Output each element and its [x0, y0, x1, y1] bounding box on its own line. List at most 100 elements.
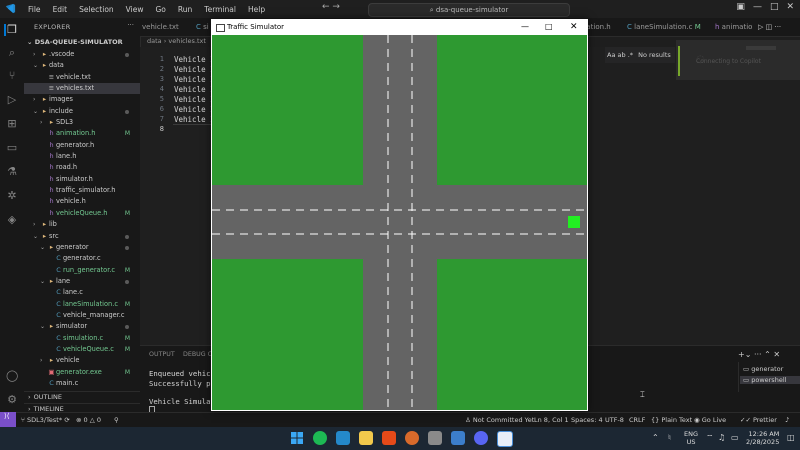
copilot-icon[interactable]: ✲ — [6, 190, 18, 202]
account-icon[interactable]: ◯ — [6, 370, 18, 382]
folder-item[interactable]: › ▸ .vscode — [24, 49, 140, 60]
file-item[interactable]: Cvehicle_manager.c — [24, 310, 140, 321]
folder-item[interactable]: ⌄ ▸ simulator — [24, 321, 140, 332]
maximize-panel-icon[interactable]: ⌃ — [764, 350, 771, 359]
line-endings[interactable]: CRLF — [629, 413, 645, 428]
file-item[interactable]: Cgenerator.c — [24, 253, 140, 264]
source-control-icon[interactable]: ⑂ — [6, 70, 18, 82]
outline-section[interactable]: › OUTLINE — [24, 391, 140, 403]
folder-item[interactable]: ⌄ ▸ include — [24, 106, 140, 117]
discord-icon[interactable] — [474, 431, 488, 445]
folder-item[interactable]: › ▸ images — [24, 94, 140, 105]
remote-indicator[interactable]: ⟩⟨ — [0, 412, 16, 427]
file-item[interactable]: h vehicle.h — [24, 196, 140, 207]
file-item[interactable]: ≡ vehicles.txt — [24, 83, 140, 95]
git-blame[interactable]: ♙ Not Committed Yet — [465, 413, 534, 428]
terminal-item-generator[interactable]: ▭ generator — [743, 365, 783, 373]
tab-output[interactable]: OUTPUT — [149, 351, 175, 358]
breadcrumb-file[interactable]: vehicles.txt — [168, 37, 206, 45]
wifi-icon[interactable]: ⌔ — [706, 433, 714, 443]
language-mode[interactable]: {} Plain Text — [651, 413, 692, 428]
app-icon-1[interactable] — [382, 431, 396, 445]
layout-icon[interactable]: ▣ — [736, 2, 745, 12]
extensions-icon[interactable]: ⊞ — [6, 118, 18, 130]
settings-gear-icon[interactable]: ⚙ — [6, 394, 18, 406]
menu-terminal[interactable]: Terminal — [198, 5, 242, 14]
simulator-taskbar-icon[interactable] — [497, 431, 513, 447]
menu-edit[interactable]: Edit — [47, 5, 74, 14]
command-center[interactable]: ⌕ dsa-queue-simulator — [368, 3, 570, 17]
match-case-toggle[interactable]: Aa — [607, 51, 615, 59]
battery-icon[interactable]: ▭ — [731, 433, 739, 442]
file-item[interactable]: h road.h — [24, 162, 140, 173]
breadcrumb-folder[interactable]: data — [147, 37, 162, 45]
branch-indicator[interactable]: ⑂ SDL3/Test* ⟳ — [21, 413, 70, 428]
file-item[interactable]: ClaneSimulation.c M — [24, 299, 140, 310]
menu-run[interactable]: Run — [172, 5, 198, 14]
file-item[interactable]: ▣generator.exe M — [24, 367, 140, 378]
tray-chevron-icon[interactable]: ⌃ — [652, 433, 659, 442]
cursor-position[interactable]: Ln 8, Col 1 — [534, 413, 569, 428]
close-icon[interactable]: ✕ — [570, 19, 578, 35]
menu-file[interactable]: File — [22, 5, 47, 14]
minimize-icon[interactable]: — — [753, 2, 762, 12]
close-icon[interactable]: ✕ — [786, 2, 794, 12]
split-editor-icon[interactable]: ◫ — [766, 23, 773, 31]
tab-animation[interactable]: h animatio — [715, 18, 752, 36]
maximize-icon[interactable]: □ — [545, 19, 553, 35]
vscode-taskbar-icon[interactable] — [336, 431, 350, 445]
ports-icon[interactable]: ⚲ — [114, 413, 119, 428]
file-item[interactable]: h animation.h M — [24, 128, 140, 139]
go-live[interactable]: ◉ Go Live — [694, 413, 726, 428]
indentation[interactable]: Spaces: 4 — [571, 413, 603, 428]
folder-item[interactable]: › ▸ lib — [24, 219, 140, 230]
more-actions-icon[interactable]: ··· — [127, 21, 134, 29]
maximize-icon[interactable]: □ — [770, 2, 779, 12]
remote-explorer-icon[interactable]: ▭ — [6, 142, 18, 154]
file-item[interactable]: h simulator.h — [24, 174, 140, 185]
testing-icon[interactable]: ⚗ — [6, 166, 18, 178]
file-item[interactable]: Crun_generator.c M — [24, 265, 140, 276]
folder-item[interactable]: ⌄ ▸ generator — [24, 242, 140, 253]
volume-icon[interactable]: ♫ — [718, 433, 725, 442]
clock[interactable]: 12:26 AM 2/28/2025 — [746, 430, 779, 446]
tab-lanesimulation-c[interactable]: C laneSimulation.c M — [627, 18, 701, 36]
file-item[interactable]: h vehicleQueue.h M — [24, 208, 140, 219]
regex-icon[interactable]: .* — [628, 51, 633, 59]
file-item[interactable]: h lane.h — [24, 151, 140, 162]
forward-arrow-icon[interactable]: → — [332, 2, 340, 12]
database-icon[interactable] — [428, 431, 442, 445]
more-actions-icon[interactable]: ··· — [774, 23, 781, 31]
app-icon-2[interactable] — [405, 431, 419, 445]
problems-indicator[interactable]: ⊗ 0 △ 0 — [76, 413, 101, 428]
folder-item[interactable]: › ▸ vehicle — [24, 355, 140, 366]
whole-word-icon[interactable]: ab — [618, 51, 626, 59]
folder-item[interactable]: ⌄ ▸ lane — [24, 276, 140, 287]
explorer-icon[interactable]: ❐ — [4, 24, 18, 36]
terminal-item-powershell[interactable]: ▭ powershell — [740, 376, 800, 384]
run-icon[interactable]: ▷ — [758, 23, 763, 31]
search-icon[interactable]: ⌕ — [6, 47, 18, 59]
file-item[interactable]: ≡ vehicle.txt — [24, 72, 140, 83]
menu-help[interactable]: Help — [242, 5, 271, 14]
sync-icon[interactable]: ⟳ — [64, 416, 69, 424]
file-item[interactable]: h generator.h — [24, 140, 140, 151]
microphone-icon[interactable]: ♮ — [668, 433, 671, 442]
docker-icon[interactable]: ◈ — [6, 214, 18, 226]
file-item[interactable]: Cmain.c — [24, 378, 140, 389]
prettier[interactable]: ✓✓ Prettier — [740, 413, 777, 428]
app-icon-3[interactable] — [451, 431, 465, 445]
file-explorer-icon[interactable] — [359, 431, 373, 445]
run-debug-icon[interactable]: ▷ — [6, 94, 18, 106]
language-indicator[interactable]: ENG US — [684, 430, 698, 446]
notifications-bell-icon[interactable]: ♪ — [785, 413, 789, 428]
encoding[interactable]: UTF-8 — [605, 413, 624, 428]
file-item[interactable]: Clane.c — [24, 287, 140, 298]
more-actions-icon[interactable]: ··· — [754, 350, 762, 359]
folder-item[interactable]: ⌄ ▸ data — [24, 60, 140, 71]
new-terminal-icon[interactable]: +⌄ — [738, 350, 751, 359]
menu-go[interactable]: Go — [149, 5, 171, 14]
windows-start-icon[interactable] — [290, 431, 304, 445]
file-item[interactable]: CvehicleQueue.c M — [24, 344, 140, 355]
close-panel-icon[interactable]: ✕ — [773, 350, 780, 359]
